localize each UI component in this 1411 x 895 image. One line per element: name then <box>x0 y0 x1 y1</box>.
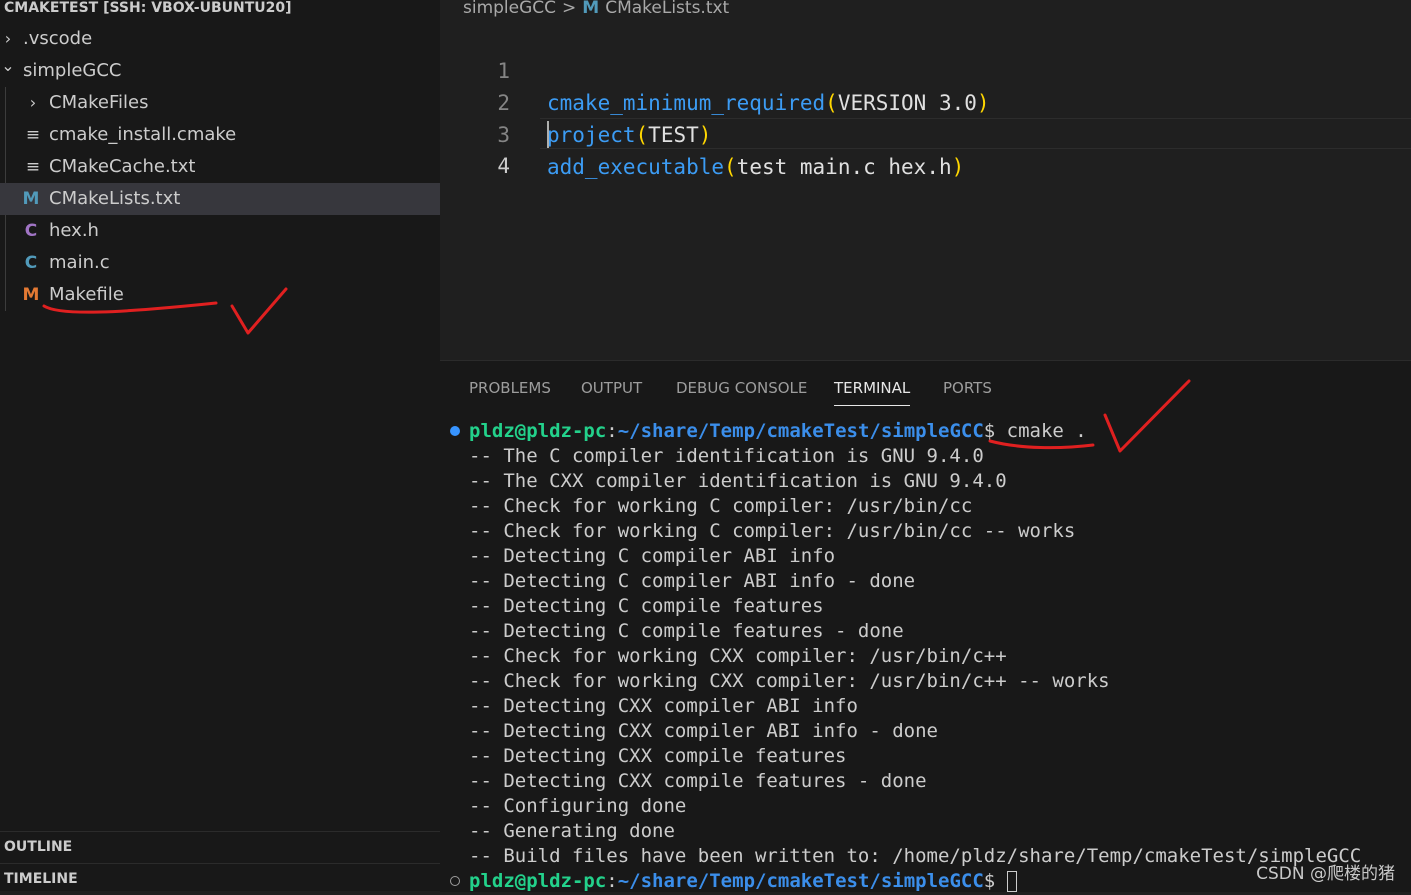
explorer-title[interactable]: CMAKETEST [SSH: VBOX-UBUNTU20] <box>4 0 292 16</box>
terminal-prompt-line: pldz@pldz-pc:~/share/Temp/cmakeTest/simp… <box>469 869 1017 894</box>
terminal-output-line: -- The C compiler identification is GNU … <box>469 445 984 467</box>
terminal-output-line: -- Generating done <box>469 820 675 842</box>
tab-ports[interactable]: PORTS <box>943 377 992 405</box>
command-success-dot-icon <box>450 426 460 436</box>
terminal-output-line: -- Detecting CXX compiler ABI info <box>469 695 858 717</box>
terminal-output-line: -- Detecting CXX compile features <box>469 745 847 767</box>
tree-item-makefile[interactable]: M Makefile <box>0 279 440 311</box>
tab-terminal[interactable]: TERMINAL <box>834 377 911 406</box>
terminal-output-line: -- Build files have been written to: /ho… <box>469 845 1362 867</box>
file-tree: › .vscode ⌄ simpleGCC › CMakeFiles ≡ cma… <box>0 23 440 311</box>
breadcrumb-file[interactable]: CMakeLists.txt <box>605 0 729 18</box>
terminal-output-line: -- Check for working CXX compiler: /usr/… <box>469 645 1007 667</box>
terminal-output-line: -- Detecting CXX compiler ABI info - don… <box>469 720 938 742</box>
prompt-path: ~/share/Temp/cmakeTest/simpleGCC <box>617 420 984 442</box>
tree-item-label: CMakeLists.txt <box>49 188 181 209</box>
terminal-output-line: -- Configuring done <box>469 795 687 817</box>
cmake-file-icon: M <box>582 0 600 18</box>
prompt-path: ~/share/Temp/cmakeTest/simpleGCC <box>617 870 984 892</box>
code-args: TEST <box>648 123 699 147</box>
code-paren: ( <box>724 155 737 179</box>
tree-item-vscode[interactable]: › .vscode <box>0 23 440 55</box>
terminal-cursor <box>1006 871 1017 892</box>
tab-output[interactable]: OUTPUT <box>581 377 642 405</box>
code-line: 2 project(TEST) <box>440 55 711 147</box>
c-source-icon: C <box>24 253 38 273</box>
tree-item-hex-h[interactable]: C hex.h <box>0 215 440 247</box>
prompt-symbol: $ <box>983 420 1007 442</box>
tree-item-main-c[interactable]: C main.c <box>0 247 440 279</box>
code-paren: ) <box>951 155 965 179</box>
prompt-user: pldz@pldz-pc <box>469 870 607 892</box>
tree-item-label: Makefile <box>49 284 124 305</box>
code-args: VERSION 3.0 <box>837 91 977 115</box>
makefile-icon: M <box>22 285 40 305</box>
tree-item-label: .vscode <box>23 28 93 49</box>
text-file-icon: ≡ <box>25 125 41 145</box>
tree-item-label: simpleGCC <box>23 60 122 81</box>
prompt-colon: : <box>606 870 618 892</box>
tree-item-label: CMakeCache.txt <box>49 156 196 177</box>
panel-tabs: PROBLEMS OUTPUT DEBUG CONSOLE TERMINAL P… <box>440 361 1411 411</box>
c-header-icon: C <box>24 221 38 241</box>
text-file-icon: ≡ <box>25 157 41 177</box>
terminal-output-line: -- Check for working C compiler: /usr/bi… <box>469 495 973 517</box>
outline-header[interactable]: OUTLINE <box>0 831 440 862</box>
terminal-output-line: -- Detecting C compiler ABI info - done <box>469 570 916 592</box>
terminal-output-line: -- Detecting CXX compile features - done <box>469 770 927 792</box>
tree-item-cmakefiles[interactable]: › CMakeFiles <box>0 87 440 119</box>
prompt-symbol: $ <box>983 870 1007 892</box>
tree-item-cmakelists[interactable]: M CMakeLists.txt <box>0 183 440 215</box>
cmake-file-icon: M <box>22 189 40 209</box>
terminal-output-line: -- Detecting C compile features - done <box>469 620 904 642</box>
terminal-output-line: -- Check for working CXX compiler: /usr/… <box>469 670 1110 692</box>
code-function: add_executable <box>547 155 725 179</box>
chevron-right-icon: › <box>29 93 37 112</box>
code-editor[interactable]: simpleGCC > M CMakeLists.txt 1 cmake_minimu… <box>440 0 1411 360</box>
breadcrumb: simpleGCC > M CMakeLists.txt <box>463 0 729 18</box>
code-paren: ) <box>698 123 712 147</box>
tree-item-label: main.c <box>49 252 110 273</box>
terminal-command: cmake . <box>1006 420 1087 442</box>
text-cursor <box>547 121 549 148</box>
code-args: test main.c hex.h <box>736 155 952 179</box>
line-number: 4 <box>497 154 510 178</box>
bottom-panel: PROBLEMS OUTPUT DEBUG CONSOLE TERMINAL P… <box>440 360 1411 892</box>
terminal-output-line: -- Check for working C compiler: /usr/bi… <box>469 520 1076 542</box>
tree-item-cmakecache[interactable]: ≡ CMakeCache.txt <box>0 151 440 183</box>
prompt-user: pldz@pldz-pc <box>469 420 607 442</box>
tree-item-label: hex.h <box>49 220 99 241</box>
chevron-down-icon: ⌄ <box>1 56 15 75</box>
breadcrumb-separator: > <box>562 0 577 18</box>
code-paren: ( <box>825 91 838 115</box>
chevron-right-icon: › <box>4 29 12 48</box>
terminal-output-line: -- Detecting C compiler ABI info <box>469 545 836 567</box>
breadcrumb-folder[interactable]: simpleGCC <box>463 0 556 18</box>
code-function: project <box>547 123 636 147</box>
tree-item-label: cmake_install.cmake <box>49 124 237 145</box>
code-line: 4 <box>440 118 510 178</box>
tree-item-label: CMakeFiles <box>49 92 149 113</box>
tab-problems[interactable]: PROBLEMS <box>469 377 551 405</box>
code-paren: ( <box>635 123 649 147</box>
terminal-prompt-line: pldz@pldz-pc:~/share/Temp/cmakeTest/simp… <box>469 419 1087 444</box>
code-paren: ) <box>976 91 990 115</box>
terminal-output-line: -- Detecting C compile features <box>469 595 824 617</box>
timeline-header[interactable]: TIMELINE <box>0 863 440 894</box>
code-line: 1 cmake_minimum_required(VERSION 3.0) <box>440 23 989 115</box>
prompt-colon: : <box>606 420 618 442</box>
tree-item-cmake-install[interactable]: ≡ cmake_install.cmake <box>0 119 440 151</box>
tab-debug-console[interactable]: DEBUG CONSOLE <box>676 377 807 405</box>
tree-item-simplegcc[interactable]: ⌄ simpleGCC <box>0 55 440 87</box>
code-function: cmake_minimum_required <box>547 91 826 115</box>
prompt-pending-dot-icon <box>450 876 460 886</box>
explorer-sidebar: CMAKETEST [SSH: VBOX-UBUNTU20] › .vscode… <box>0 0 440 891</box>
terminal-output-line: -- The CXX compiler identification is GN… <box>469 470 1007 492</box>
watermark: CSDN @爬楼的猪 <box>1256 864 1395 884</box>
code-line: 3 add_executable(test main.c hex.h) <box>440 87 964 179</box>
